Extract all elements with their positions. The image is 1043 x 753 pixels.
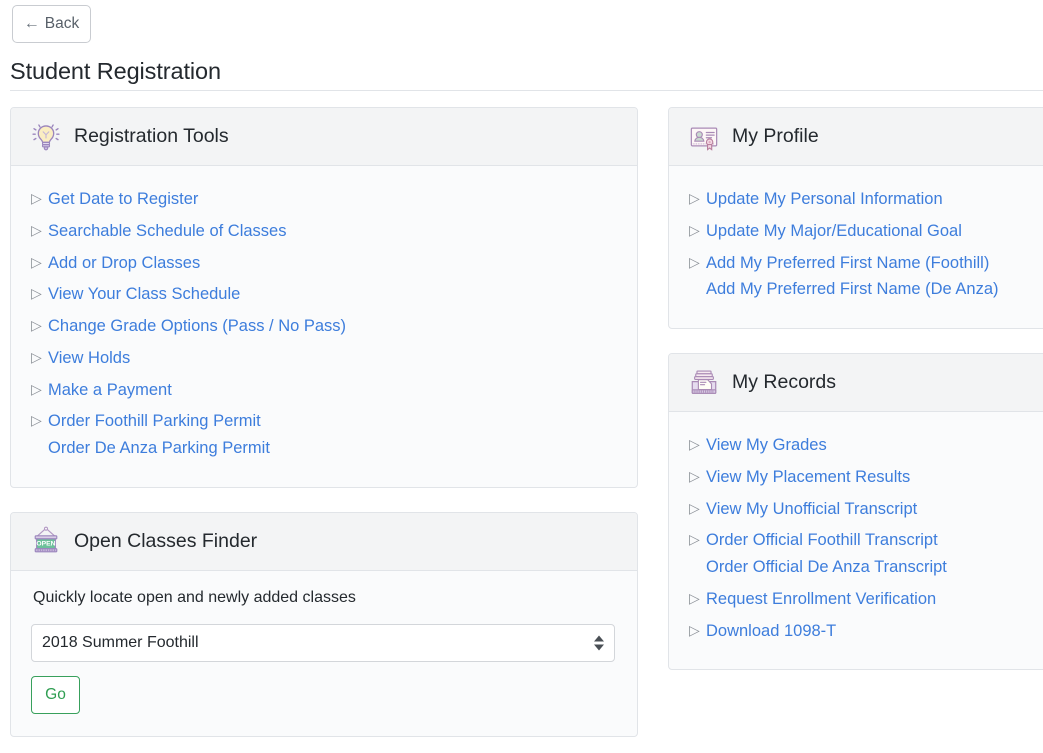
card-my-records: My Records ▷ View My Grades ▷ View My Plac… <box>668 353 1043 671</box>
go-button[interactable]: Go <box>31 675 80 714</box>
link-order-foothill-parking-permit[interactable]: Order Foothill Parking Permit <box>48 411 261 433</box>
triangle-bullet-icon: ▷ <box>31 412 42 429</box>
triangle-bullet-placeholder: ▷ <box>31 440 41 455</box>
student-registration-page: ← Back Student Registration Registration… <box>0 0 1043 753</box>
list-item: ▷ Update My Personal Information <box>689 184 1043 216</box>
triangle-bullet-placeholder: ▷ <box>689 281 699 296</box>
back-button-label: Back <box>44 15 80 32</box>
link-add-preferred-first-name-foothill[interactable]: Add My Preferred First Name (Foothill) <box>706 253 989 275</box>
list-item: ▷ View My Placement Results <box>689 462 1043 494</box>
link-order-de-anza-parking-permit[interactable]: Order De Anza Parking Permit <box>48 438 270 460</box>
list-item: ▷ Add My Preferred First Name (De Anza) <box>689 279 1043 306</box>
list-item: ▷ Change Grade Options (Pass / No Pass) <box>31 311 617 343</box>
triangle-bullet-icon: ▷ <box>31 317 42 334</box>
left-column: Registration Tools ▷ Get Date to Register… <box>10 107 638 737</box>
triangle-bullet-icon: ▷ <box>689 531 700 548</box>
link-change-grade-options[interactable]: Change Grade Options (Pass / No Pass) <box>48 316 346 338</box>
list-item: ▷ Add or Drop Classes <box>31 248 617 280</box>
link-view-your-class-schedule[interactable]: View Your Class Schedule <box>48 284 240 306</box>
link-view-my-placement-results[interactable]: View My Placement Results <box>706 467 910 489</box>
triangle-bullet-icon: ▷ <box>689 467 700 484</box>
list-item: ▷ View My Grades <box>689 430 1043 462</box>
triangle-bullet-icon: ▷ <box>689 436 700 453</box>
open-classes-hint: Quickly locate open and newly added clas… <box>33 588 356 606</box>
page-title: Student Registration <box>10 58 221 84</box>
triangle-bullet-icon: ▷ <box>689 621 700 638</box>
triangle-bullet-placeholder: ▷ <box>689 559 699 574</box>
title-divider <box>10 90 1043 91</box>
list-item: ▷ Download 1098-T <box>689 616 1043 648</box>
link-view-my-grades[interactable]: View My Grades <box>706 435 827 457</box>
list-item: ▷ Get Date to Register <box>31 184 617 216</box>
list-item: ▷ Order Official De Anza Transcript <box>689 557 1043 584</box>
card-open-classes-finder: OPEN Open Classes Finder Quickly locate … <box>10 511 638 737</box>
term-select[interactable]: 2018 Summer Foothill <box>31 623 615 662</box>
triangle-bullet-icon: ▷ <box>689 253 700 270</box>
card-body-registration-tools: ▷ Get Date to Register ▷ Searchable Schedu… <box>11 166 637 487</box>
triangle-bullet-icon: ▷ <box>31 348 42 365</box>
list-item: ▷ View Holds <box>31 343 617 375</box>
card-header-my-profile: My Profile <box>669 108 1043 166</box>
link-view-my-unofficial-transcript[interactable]: View My Unofficial Transcript <box>706 499 917 521</box>
card-body-open-classes-finder: Quickly locate open and newly added clas… <box>11 571 637 736</box>
link-searchable-schedule-of-classes[interactable]: Searchable Schedule of Classes <box>48 221 286 243</box>
card-title-open-classes-finder: Open Classes Finder <box>74 529 258 552</box>
list-item: ▷ View Your Class Schedule <box>31 279 617 311</box>
back-button[interactable]: ← Back <box>12 5 91 43</box>
card-title-my-records: My Records <box>732 371 837 394</box>
triangle-bullet-icon: ▷ <box>31 190 42 206</box>
lightbulb-icon <box>32 123 60 150</box>
link-make-a-payment[interactable]: Make a Payment <box>48 380 172 402</box>
link-order-official-de-anza-transcript[interactable]: Order Official De Anza Transcript <box>706 557 947 579</box>
id-card-icon <box>690 126 718 151</box>
triangle-bullet-icon: ▷ <box>689 221 700 238</box>
triangle-bullet-icon: ▷ <box>689 190 700 206</box>
list-item: ▷ Searchable Schedule of Classes <box>31 216 617 248</box>
list-item: ▷ Make a Payment <box>31 375 617 407</box>
card-title-registration-tools: Registration Tools <box>74 125 229 147</box>
link-download-1098-t[interactable]: Download 1098-T <box>706 621 836 643</box>
triangle-bullet-icon: ▷ <box>31 221 42 238</box>
list-item: ▷ Order Official Foothill Transcript <box>689 525 1043 557</box>
list-item: ▷ Update My Major/Educational Goal <box>689 216 1043 248</box>
link-update-my-personal-information[interactable]: Update My Personal Information <box>706 189 943 211</box>
list-item: ▷ Order Foothill Parking Permit <box>31 406 617 438</box>
card-header-open-classes-finder: OPEN Open Classes Finder <box>11 512 637 571</box>
link-view-holds[interactable]: View Holds <box>48 348 130 370</box>
list-item: ▷ Request Enrollment Verification <box>689 584 1043 616</box>
card-header-registration-tools: Registration Tools <box>11 108 637 166</box>
term-select-wrapper: 2018 Summer Foothill <box>31 623 615 662</box>
list-item: ▷ Add My Preferred First Name (Foothill) <box>689 248 1043 280</box>
triangle-bullet-icon: ▷ <box>31 380 42 397</box>
link-update-my-major-educational-goal[interactable]: Update My Major/Educational Goal <box>706 221 962 243</box>
list-item: ▷ View My Unofficial Transcript <box>689 494 1043 526</box>
triangle-bullet-icon: ▷ <box>31 253 42 270</box>
left-arrow-icon: ← <box>23 15 40 32</box>
link-order-official-foothill-transcript[interactable]: Order Official Foothill Transcript <box>706 530 938 552</box>
triangle-bullet-icon: ▷ <box>31 285 42 302</box>
triangle-bullet-icon: ▷ <box>689 589 700 606</box>
card-body-my-records: ▷ View My Grades ▷ View My Placement Resul… <box>669 412 1043 669</box>
card-header-my-records: My Records <box>669 354 1043 413</box>
card-body-my-profile: ▷ Update My Personal Information ▷ Update … <box>669 166 1043 328</box>
link-add-preferred-first-name-de-anza[interactable]: Add My Preferred First Name (De Anza) <box>706 279 999 301</box>
list-item: ▷ Order De Anza Parking Permit <box>31 438 617 465</box>
open-sign-icon: OPEN <box>34 526 58 553</box>
link-request-enrollment-verification[interactable]: Request Enrollment Verification <box>706 589 936 611</box>
card-my-profile: My Profile ▷ Update My Personal Informati… <box>668 107 1043 330</box>
file-tray-icon <box>691 370 717 394</box>
card-title-my-profile: My Profile <box>732 125 819 147</box>
my-profile-link-list: ▷ Update My Personal Information ▷ Update … <box>689 184 1043 306</box>
link-get-date-to-register[interactable]: Get Date to Register <box>48 189 198 211</box>
svg-text:OPEN: OPEN <box>36 541 55 548</box>
triangle-bullet-icon: ▷ <box>689 499 700 516</box>
link-add-or-drop-classes[interactable]: Add or Drop Classes <box>48 253 200 275</box>
right-column: My Profile ▷ Update My Personal Informati… <box>668 107 1043 671</box>
card-registration-tools: Registration Tools ▷ Get Date to Register… <box>10 107 638 488</box>
registration-tools-link-list: ▷ Get Date to Register ▷ Searchable Schedu… <box>31 184 617 465</box>
my-records-link-list: ▷ View My Grades ▷ View My Placement Resul… <box>689 430 1043 647</box>
